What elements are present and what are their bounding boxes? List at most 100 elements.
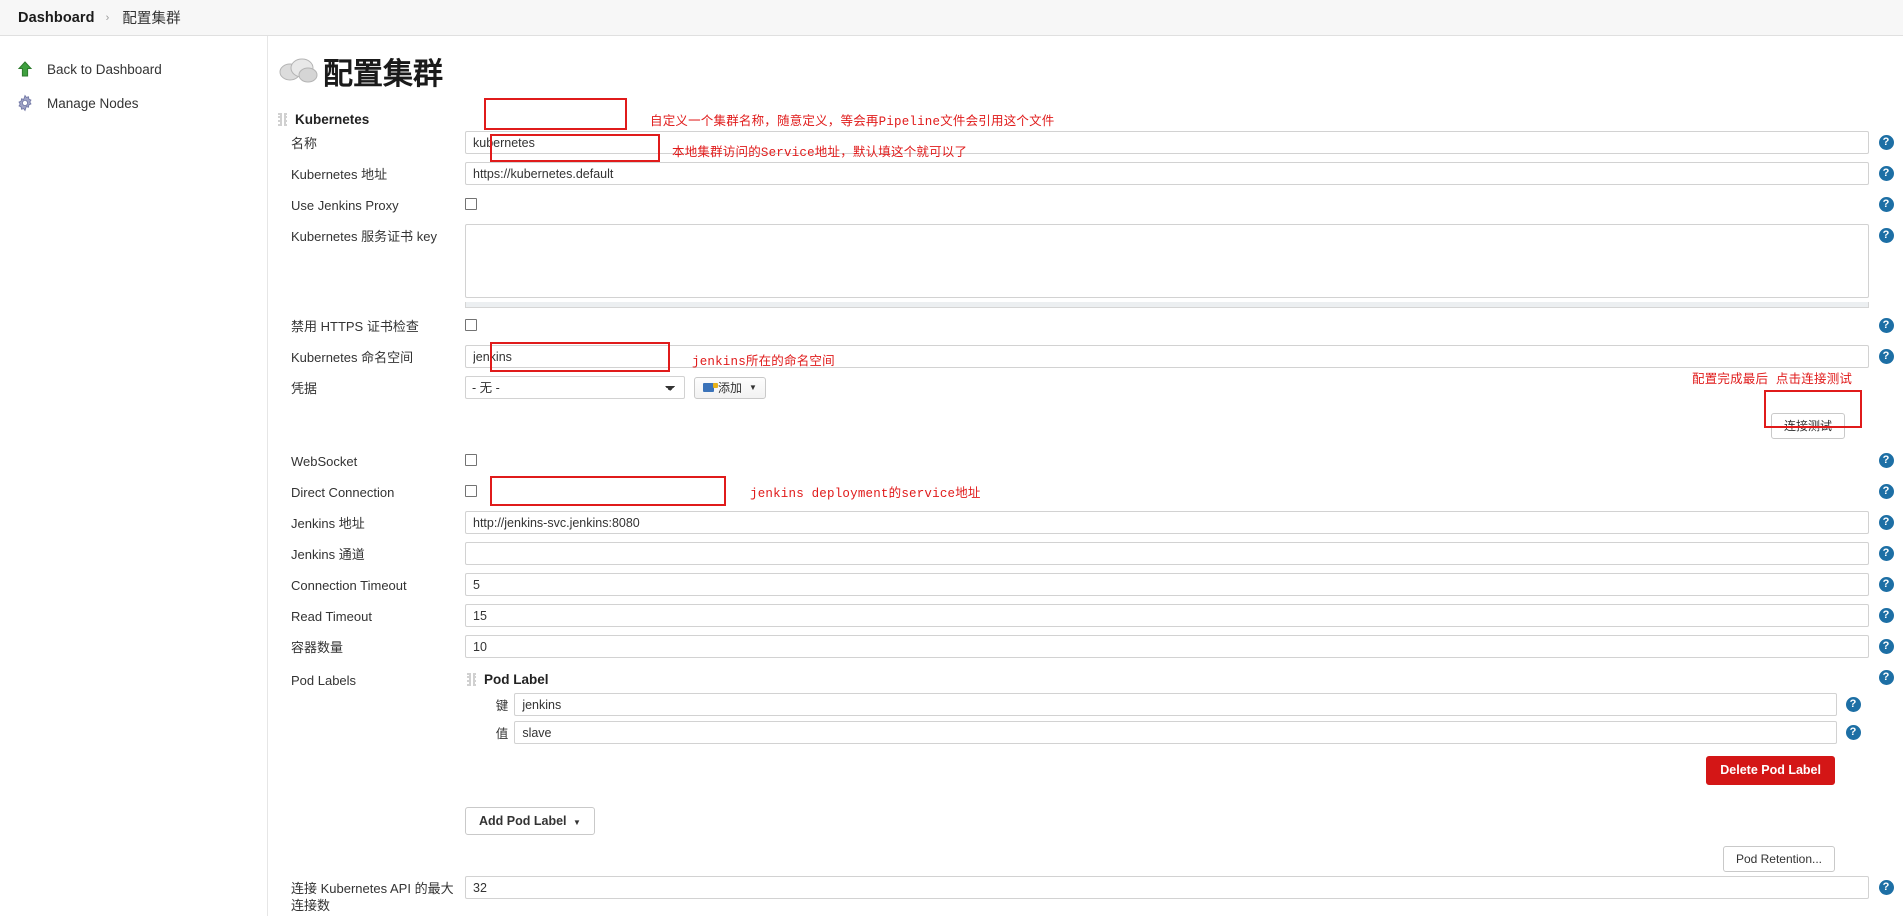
add-pod-label-row: Add Pod Label ▼	[465, 806, 1869, 835]
use-jenkins-proxy-checkbox[interactable]	[465, 198, 477, 210]
field-row-read-timeout: Read Timeout ?	[269, 604, 1903, 629]
delete-pod-label-row: Delete Pod Label	[465, 756, 1869, 785]
websocket-checkbox[interactable]	[465, 454, 477, 466]
field-wrap-disable-https-check	[465, 314, 1869, 336]
field-wrap-connection-timeout	[465, 573, 1869, 596]
field-row-jenkins-url: Jenkins 地址 ?	[269, 511, 1903, 536]
field-wrap-server-cert-key	[465, 224, 1869, 308]
help-icon[interactable]: ?	[1845, 725, 1861, 740]
field-row-use-jenkins-proxy: Use Jenkins Proxy ?	[269, 193, 1903, 218]
read-timeout-input[interactable]	[465, 604, 1869, 627]
label-pod-label-value: 值	[495, 727, 509, 741]
add-pod-label-text: Add Pod Label	[479, 813, 567, 828]
k8s-url-input[interactable]	[465, 162, 1869, 185]
sidebar-item-label: Back to Dashboard	[47, 61, 162, 77]
field-wrap-k8s-url	[465, 162, 1869, 185]
textarea-resize-handle[interactable]	[465, 302, 1869, 308]
sidebar: Back to Dashboard Manage Nodes	[0, 36, 268, 916]
connection-timeout-input[interactable]	[465, 573, 1869, 596]
pod-label-title: Pod Label	[484, 672, 549, 687]
namespace-input[interactable]	[465, 345, 1869, 368]
help-icon[interactable]: ?	[1878, 453, 1894, 468]
sidebar-item-back-to-dashboard[interactable]: Back to Dashboard	[0, 52, 267, 86]
annotation-k8s-url: 本地集群访问的Service地址，默认填这个就可以了	[672, 146, 968, 160]
help-icon[interactable]: ?	[1878, 670, 1894, 685]
help-icon[interactable]: ?	[1878, 484, 1894, 499]
field-wrap-namespace	[465, 345, 1869, 368]
label-disable-https-check: 禁用 HTTPS 证书检查	[291, 319, 419, 334]
field-row-credentials: 凭据 - 无 - 添加 ▼	[269, 376, 1903, 401]
container-cap-input[interactable]	[465, 635, 1869, 658]
gear-icon	[14, 92, 36, 114]
label-container-cap: 容器数量	[291, 640, 344, 655]
help-icon[interactable]: ?	[1878, 135, 1894, 150]
help-icon[interactable]: ?	[1878, 197, 1894, 212]
help-icon[interactable]: ?	[1878, 166, 1894, 181]
chevron-down-icon: ▼	[749, 382, 757, 392]
help-icon[interactable]: ?	[1878, 639, 1894, 654]
help-icon[interactable]: ?	[1878, 880, 1894, 895]
label-credentials: 凭据	[291, 381, 318, 396]
section-header-kubernetes: Kubernetes	[278, 112, 1903, 127]
annotation-namespace: jenkins所在的命名空间	[692, 355, 835, 369]
jenkins-url-input[interactable]	[465, 511, 1869, 534]
pod-label-value-input[interactable]	[514, 721, 1837, 744]
drag-handle-icon[interactable]	[467, 673, 476, 686]
page-header: 配置集群	[269, 36, 1903, 94]
label-use-jenkins-proxy: Use Jenkins Proxy	[291, 198, 399, 213]
label-read-timeout: Read Timeout	[291, 609, 372, 624]
help-icon[interactable]: ?	[1878, 546, 1894, 561]
field-wrap-jenkins-tunnel	[465, 542, 1869, 565]
sidebar-item-manage-nodes[interactable]: Manage Nodes	[0, 86, 267, 120]
field-row-websocket: WebSocket ?	[269, 449, 1903, 474]
up-arrow-icon	[14, 58, 36, 80]
pod-label-key-input[interactable]	[514, 693, 1837, 716]
cloud-icon	[277, 55, 319, 87]
field-wrap-direct-connection	[465, 480, 1869, 502]
field-row-server-cert-key: Kubernetes 服务证书 key ?	[269, 224, 1903, 308]
help-icon[interactable]: ?	[1878, 608, 1894, 623]
drag-handle-icon[interactable]	[278, 113, 287, 126]
label-max-connections: 连接 Kubernetes API 的最大连接数	[291, 881, 454, 913]
help-icon[interactable]: ?	[1878, 515, 1894, 530]
field-wrap-pod-labels: Pod Label 键 ? 值 ? Delete P	[465, 668, 1869, 872]
test-connection-button[interactable]: 连接测试	[1770, 413, 1845, 439]
label-jenkins-tunnel: Jenkins 通道	[291, 547, 365, 562]
add-credentials-label: 添加	[718, 380, 743, 395]
help-icon[interactable]: ?	[1878, 577, 1894, 592]
label-jenkins-url: Jenkins 地址	[291, 516, 365, 531]
help-icon[interactable]: ?	[1878, 318, 1894, 333]
main-content: 配置集群 Kubernetes 名称 ? Kubernetes 地址 ? Use…	[269, 36, 1903, 916]
field-row-k8s-url: Kubernetes 地址 ?	[269, 162, 1903, 187]
direct-connection-checkbox[interactable]	[465, 485, 477, 497]
key-icon	[703, 383, 718, 392]
label-pod-label-key: 键	[495, 699, 509, 713]
breadcrumb-current[interactable]: 配置集群	[122, 7, 180, 28]
field-row-pod-labels: Pod Labels Pod Label 键 ? 值	[269, 668, 1903, 872]
credentials-select[interactable]: - 无 -	[465, 376, 685, 399]
field-row-namespace: Kubernetes 命名空间 ?	[269, 345, 1903, 370]
help-icon[interactable]: ?	[1878, 349, 1894, 364]
disable-https-check-checkbox[interactable]	[465, 319, 477, 331]
help-icon[interactable]: ?	[1845, 697, 1861, 712]
field-wrap-container-cap	[465, 635, 1869, 658]
field-row-container-cap: 容器数量 ?	[269, 635, 1903, 660]
field-wrap-test-connection: 连接测试	[465, 413, 1869, 439]
jenkins-tunnel-input[interactable]	[465, 542, 1869, 565]
add-credentials-button[interactable]: 添加 ▼	[694, 376, 766, 399]
pod-retention-row: Pod Retention...	[465, 846, 1869, 872]
pod-retention-button[interactable]: Pod Retention...	[1722, 846, 1835, 872]
help-icon[interactable]: ?	[1878, 228, 1894, 243]
breadcrumb-dashboard[interactable]: Dashboard	[18, 10, 95, 26]
pod-label-key-row: 键 ?	[465, 693, 1869, 716]
server-cert-key-textarea[interactable]	[465, 224, 1869, 298]
add-pod-label-button[interactable]: Add Pod Label ▼	[465, 806, 595, 835]
field-row-jenkins-tunnel: Jenkins 通道 ?	[269, 542, 1903, 567]
chevron-down-icon: ▼	[572, 817, 581, 827]
pod-label-block: Pod Label 键 ? 值 ? Delete P	[465, 672, 1869, 872]
field-row-max-connections: 连接 Kubernetes API 的最大连接数 ?	[269, 876, 1903, 914]
delete-pod-label-button[interactable]: Delete Pod Label	[1706, 756, 1835, 785]
max-connections-input[interactable]	[465, 876, 1869, 899]
label-direct-connection: Direct Connection	[291, 485, 395, 500]
label-name: 名称	[291, 136, 318, 151]
